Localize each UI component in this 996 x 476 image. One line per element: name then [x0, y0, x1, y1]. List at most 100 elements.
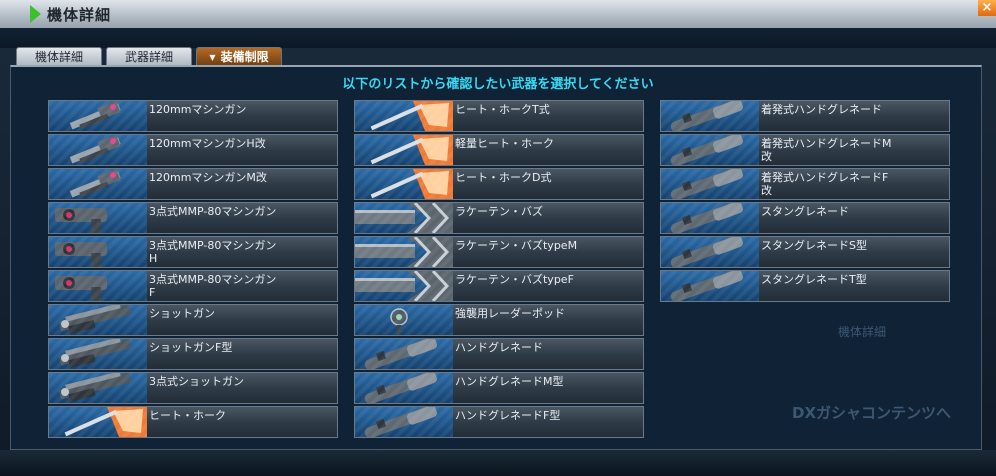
- weapon-label: ヒート・ホーク: [149, 409, 226, 422]
- thumb-texture: [355, 373, 453, 403]
- weapon-label: 3点式MMP-80マシンガン: [149, 205, 277, 218]
- weapon-label: ヒート・ホークT式: [455, 103, 550, 116]
- thumb-texture: [661, 169, 759, 199]
- weapon-label: 120mmマシンガンH改: [149, 137, 266, 150]
- shotgun-icon: [49, 305, 147, 335]
- faded-dx-gacha-button: DXガシャコンテンツへ: [792, 404, 952, 422]
- weapon-label: 着発式ハンドグレネードM 改: [761, 137, 892, 163]
- weapon-item[interactable]: 強襲用レーダーポッド: [354, 304, 644, 336]
- weapon-label: ショットガンF型: [149, 341, 233, 354]
- thumb-texture: [355, 271, 453, 301]
- weapon-item[interactable]: ヒート・ホークT式: [354, 100, 644, 132]
- heat-hawk-icon: [49, 407, 147, 437]
- mmp80-icon: [49, 237, 147, 267]
- grenade-icon: [355, 373, 453, 403]
- heat-hawk-icon: [355, 101, 453, 131]
- weapon-label: ハンドグレネード: [455, 341, 543, 354]
- weapon-label: 3点式ショットガン: [149, 375, 244, 388]
- weapon-label: 120mmマシンガン: [149, 103, 247, 116]
- weapon-item[interactable]: ハンドグレネードF型: [354, 406, 644, 438]
- thumb-texture: [661, 203, 759, 233]
- weapon-label: ヒート・ホークD式: [455, 171, 552, 184]
- tab-weapon-details[interactable]: 武器詳細: [106, 47, 192, 67]
- weapon-label: ハンドグレネードM型: [455, 375, 564, 388]
- weapon-item[interactable]: 着発式ハンドグレネード: [660, 100, 950, 132]
- faded-unit-details-button: 機体詳細: [838, 325, 887, 339]
- header-strip: [0, 28, 996, 48]
- shotgun-icon: [49, 373, 147, 403]
- weapon-item[interactable]: ハンドグレネード: [354, 338, 644, 370]
- play-arrow-icon: [30, 5, 41, 23]
- machine-gun-icon: [49, 135, 147, 165]
- weapon-item[interactable]: 3点式MMP-80マシンガン F: [48, 270, 338, 302]
- weapon-item[interactable]: ラケーテン・バズtypeM: [354, 236, 644, 268]
- thumb-texture: [49, 237, 147, 267]
- weapon-label: ショットガン: [149, 307, 215, 320]
- weapon-item[interactable]: ヒート・ホーク: [48, 406, 338, 438]
- weapon-item[interactable]: ハンドグレネードM型: [354, 372, 644, 404]
- weapon-label: 着発式ハンドグレネードF 改: [761, 171, 889, 197]
- shotgun-icon: [49, 339, 147, 369]
- thumb-texture: [355, 305, 453, 335]
- weapon-label: 強襲用レーダーポッド: [455, 307, 565, 320]
- weapon-item[interactable]: 120mmマシンガンH改: [48, 134, 338, 166]
- weapon-label: ラケーテン・バズtypeF: [455, 273, 574, 286]
- thumb-texture: [661, 101, 759, 131]
- weapon-item[interactable]: 着発式ハンドグレネードF 改: [660, 168, 950, 200]
- tab-unit-details[interactable]: 機体詳細: [16, 47, 102, 67]
- thumb-texture: [49, 407, 147, 437]
- thumb-texture: [355, 407, 453, 437]
- weapon-label: スタングレネードS型: [761, 239, 867, 252]
- thumb-texture: [661, 237, 759, 267]
- radar-pod-icon: [355, 305, 453, 335]
- weapon-item[interactable]: 3点式ショットガン: [48, 372, 338, 404]
- tab-equipment-restrictions[interactable]: ▼ 装備制限: [196, 47, 282, 67]
- thumb-texture: [355, 339, 453, 369]
- weapon-label: ラケーテン・バズtypeM: [455, 239, 578, 252]
- thumb-texture: [355, 237, 453, 267]
- grenade-icon: [661, 271, 759, 301]
- weapon-item[interactable]: スタングレネード: [660, 202, 950, 234]
- thumb-texture: [49, 271, 147, 301]
- machine-gun-icon: [49, 101, 147, 131]
- weapon-item[interactable]: スタングレネードT型: [660, 270, 950, 302]
- mmp80-icon: [49, 203, 147, 233]
- grenade-icon: [355, 339, 453, 369]
- thumb-texture: [49, 101, 147, 131]
- heat-hawk-icon: [355, 135, 453, 165]
- weapon-label: 着発式ハンドグレネード: [761, 103, 882, 116]
- bazooka-icon: [355, 237, 453, 267]
- heat-hawk-icon: [355, 169, 453, 199]
- weapon-item[interactable]: 3点式MMP-80マシンガン H: [48, 236, 338, 268]
- weapon-item[interactable]: 120mmマシンガン: [48, 100, 338, 132]
- weapon-item[interactable]: 着発式ハンドグレネードM 改: [660, 134, 950, 166]
- weapon-item[interactable]: 軽量ヒート・ホーク: [354, 134, 644, 166]
- bazooka-icon: [355, 203, 453, 233]
- weapon-item[interactable]: ラケーテン・バズtypeF: [354, 270, 644, 302]
- grenade-icon: [661, 135, 759, 165]
- weapon-label: 軽量ヒート・ホーク: [455, 137, 554, 150]
- bottom-bar: [0, 450, 996, 476]
- weapon-label: 3点式MMP-80マシンガン H: [149, 239, 277, 265]
- weapon-item[interactable]: ショットガンF型: [48, 338, 338, 370]
- thumb-texture: [49, 135, 147, 165]
- bazooka-icon: [355, 271, 453, 301]
- grenade-icon: [661, 237, 759, 267]
- thumb-texture: [355, 135, 453, 165]
- machine-gun-icon: [49, 169, 147, 199]
- weapon-item[interactable]: ショットガン: [48, 304, 338, 336]
- close-button[interactable]: ×: [978, 0, 996, 16]
- weapon-item[interactable]: スタングレネードS型: [660, 236, 950, 268]
- window-title: 機体詳細: [47, 6, 112, 24]
- thumb-texture: [49, 169, 147, 199]
- weapon-item[interactable]: 120mmマシンガンM改: [48, 168, 338, 200]
- weapon-item[interactable]: 3点式MMP-80マシンガン: [48, 202, 338, 234]
- weapon-label: ラケーテン・バズ: [455, 205, 543, 218]
- weapon-label: 120mmマシンガンM改: [149, 171, 267, 184]
- weapon-item[interactable]: ラケーテン・バズ: [354, 202, 644, 234]
- thumb-texture: [661, 135, 759, 165]
- grenade-icon: [355, 407, 453, 437]
- thumb-texture: [49, 339, 147, 369]
- weapon-item[interactable]: ヒート・ホークD式: [354, 168, 644, 200]
- thumb-texture: [49, 373, 147, 403]
